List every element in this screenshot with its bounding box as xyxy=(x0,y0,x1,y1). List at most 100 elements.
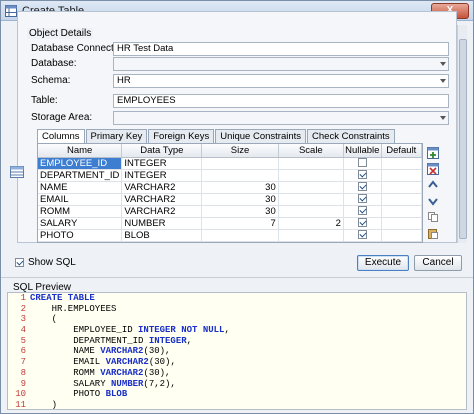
table-row[interactable]: SALARY NUMBER 7 2 xyxy=(38,217,422,230)
nullable-checkbox[interactable] xyxy=(357,218,367,228)
line-number: 6 xyxy=(20,346,26,357)
cell-size[interactable]: 30 xyxy=(201,181,279,194)
cell-scale[interactable] xyxy=(278,229,344,242)
cell-type[interactable]: INTEGER xyxy=(121,157,203,170)
copy-icon[interactable] xyxy=(427,211,439,223)
cell-size[interactable] xyxy=(201,157,279,170)
cell-scale[interactable] xyxy=(278,193,344,206)
column-header[interactable]: Scale xyxy=(278,144,344,158)
tab-columns[interactable]: Columns xyxy=(37,129,85,143)
cancel-button[interactable]: Cancel xyxy=(414,255,462,271)
nullable-checkbox[interactable] xyxy=(357,182,367,192)
cell-size[interactable]: 7 xyxy=(201,217,279,230)
column-header[interactable]: Default xyxy=(381,144,422,158)
column-header[interactable]: Size xyxy=(201,144,279,158)
cell-default[interactable] xyxy=(381,205,422,218)
cell-scale[interactable] xyxy=(278,157,344,170)
sql-preview-editor[interactable]: 1 CREATE TABLE 2 HR.EMPLOYEES 3 (4 EMPLOYEE… xyxy=(7,292,467,410)
line-number: 11 xyxy=(15,399,26,410)
cell-type[interactable]: VARCHAR2 xyxy=(121,193,203,206)
cell-type[interactable]: VARCHAR2 xyxy=(121,181,203,194)
cell-nullable[interactable] xyxy=(343,169,382,182)
cell-name[interactable]: EMAIL xyxy=(38,193,123,206)
remove-column-icon[interactable] xyxy=(427,163,439,175)
cell-scale[interactable]: 2 xyxy=(278,217,344,230)
cell-nullable[interactable] xyxy=(343,157,382,170)
cell-default[interactable] xyxy=(381,193,422,206)
add-column-icon[interactable] xyxy=(427,147,439,159)
cell-nullable[interactable] xyxy=(343,217,382,230)
cell-name[interactable]: DEPARTMENT_ID xyxy=(38,169,123,182)
table-row[interactable]: EMAIL VARCHAR2 30 xyxy=(38,193,422,206)
show-sql-toggle[interactable]: Show SQL xyxy=(15,257,76,268)
input-0[interactable]: HR Test Data xyxy=(113,42,449,56)
cell-default[interactable] xyxy=(381,181,422,194)
tab-primary-key[interactable]: Primary Key xyxy=(85,129,148,143)
cell-nullable[interactable] xyxy=(343,229,382,242)
field-label: Schema: xyxy=(31,75,71,86)
table-row[interactable]: NAME VARCHAR2 30 xyxy=(38,181,422,194)
table-row[interactable]: PHOTO BLOB xyxy=(38,229,422,242)
dropdown-4[interactable] xyxy=(113,111,449,125)
cell-name[interactable]: ROMM xyxy=(38,205,123,218)
execute-button[interactable]: Execute xyxy=(357,255,409,271)
table-row[interactable]: DEPARTMENT_ID INTEGER xyxy=(38,169,422,182)
cell-nullable[interactable] xyxy=(343,205,382,218)
column-header[interactable]: Data Type xyxy=(121,144,203,158)
cell-size[interactable] xyxy=(201,169,279,182)
cell-default[interactable] xyxy=(381,217,422,230)
dropdown-1[interactable] xyxy=(113,57,449,71)
cell-nullable[interactable] xyxy=(343,181,382,194)
dropdown-2[interactable]: HR xyxy=(113,74,449,88)
sql-line: 7 EMAIL VARCHAR2(30), xyxy=(8,357,466,368)
sql-text: ROMM xyxy=(30,367,101,378)
move-up-icon[interactable] xyxy=(427,179,439,191)
cell-type[interactable]: BLOB xyxy=(121,229,203,242)
tab-check-constraints[interactable]: Check Constraints xyxy=(307,129,395,143)
cell-name[interactable]: PHOTO xyxy=(38,229,123,242)
chevron-down-icon[interactable] xyxy=(440,62,446,66)
sql-keyword: VARCHAR2 xyxy=(105,357,149,368)
column-header[interactable]: Name xyxy=(38,144,123,158)
cell-type[interactable]: NUMBER xyxy=(121,217,203,230)
chevron-down-icon[interactable] xyxy=(440,79,446,83)
show-sql-checkbox[interactable] xyxy=(15,258,24,267)
nullable-checkbox[interactable] xyxy=(357,206,367,216)
cell-default[interactable] xyxy=(381,157,422,170)
cell-name[interactable]: SALARY xyxy=(38,217,123,230)
cell-size[interactable]: 30 xyxy=(201,205,279,218)
table-row[interactable]: ROMM VARCHAR2 30 xyxy=(38,205,422,218)
move-down-icon[interactable] xyxy=(427,195,439,207)
line-number: 9 xyxy=(20,378,26,389)
tab-foreign-keys[interactable]: Foreign Keys xyxy=(148,129,215,143)
chevron-down-icon[interactable] xyxy=(440,116,446,120)
sql-text: SALARY xyxy=(30,378,112,389)
cell-scale[interactable] xyxy=(278,169,344,182)
cell-scale[interactable] xyxy=(278,205,344,218)
line-number: 8 xyxy=(20,367,26,378)
cell-nullable[interactable] xyxy=(343,193,382,206)
sql-line: 3 ( xyxy=(8,314,466,325)
scrollbar-thumb[interactable] xyxy=(459,39,467,239)
cell-name[interactable]: EMPLOYEE_ID xyxy=(38,157,123,170)
nullable-checkbox[interactable] xyxy=(357,230,367,240)
details-scrollbar[interactable] xyxy=(457,25,467,243)
cell-name[interactable]: NAME xyxy=(38,181,123,194)
cell-size[interactable]: 30 xyxy=(201,193,279,206)
paste-icon[interactable] xyxy=(427,227,439,239)
input-3[interactable]: EMPLOYEES xyxy=(113,94,449,108)
nullable-checkbox[interactable] xyxy=(357,194,367,204)
cell-type[interactable]: INTEGER xyxy=(121,169,203,182)
cell-size[interactable] xyxy=(201,229,279,242)
table-row[interactable]: EMPLOYEE_ID INTEGER xyxy=(38,157,422,170)
tab-unique-constraints[interactable]: Unique Constraints xyxy=(215,129,307,143)
cell-default[interactable] xyxy=(381,169,422,182)
field-value: HR xyxy=(117,75,131,86)
cell-default[interactable] xyxy=(381,229,422,242)
cell-type[interactable]: VARCHAR2 xyxy=(121,205,203,218)
nullable-checkbox[interactable] xyxy=(357,170,367,180)
cell-scale[interactable] xyxy=(278,181,344,194)
divider xyxy=(1,277,473,278)
nullable-checkbox[interactable] xyxy=(357,158,367,168)
column-header[interactable]: Nullable xyxy=(343,144,382,158)
